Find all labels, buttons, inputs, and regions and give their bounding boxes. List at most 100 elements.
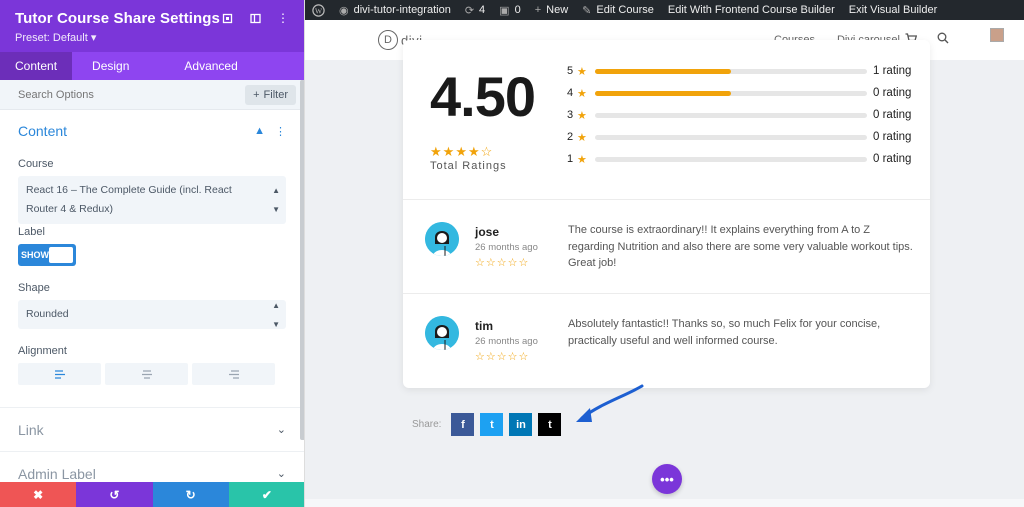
preset-dropdown[interactable]: Preset: Default ▾ (15, 31, 289, 44)
tab-design[interactable]: Design (72, 52, 144, 80)
review-date: 26 months ago (475, 336, 538, 347)
comments-link[interactable]: ▣ 0 (492, 0, 528, 20)
star-icon: ★ (455, 144, 468, 159)
content-section: Content ▲ ⋮ Course React 16 – The Comple… (0, 110, 304, 385)
dashboard-icon: ◉ (339, 4, 349, 17)
course-select-value: React 16 – The Complete Guide (incl. Rea… (26, 184, 232, 215)
course-ratings-card: 4.50 ★★★★☆ Total Ratings 5 ★ 1 rating 4 ★ 0 r… (403, 40, 930, 388)
reviewer-name: jose (475, 225, 500, 239)
content-section-header[interactable]: Content ▲ ⋮ (18, 110, 286, 152)
new-label: New (546, 4, 569, 16)
review-date: 26 months ago (475, 242, 538, 253)
frontend-builder-link[interactable]: Edit With Frontend Course Builder (661, 0, 842, 20)
tab-advanced[interactable]: Advanced (144, 52, 252, 80)
rating-bar-row: 5 ★ 1 rating (567, 60, 917, 82)
star-icon: ★ (467, 144, 481, 159)
wordpress-icon: W (312, 3, 325, 17)
tab-content[interactable]: Content (0, 52, 73, 80)
section-more-icon[interactable]: ⋮ (275, 125, 286, 138)
review-stars: ☆☆☆☆☆ (475, 257, 530, 269)
user-avatar[interactable] (990, 28, 1004, 42)
align-center-button[interactable] (105, 363, 188, 385)
rating-bar-track (595, 156, 867, 162)
panel-tabs: Content Design Advanced (0, 52, 304, 80)
more-options-icon[interactable]: ⋮ (276, 11, 290, 25)
rating-bar-row: 4 ★ 0 rating (567, 82, 917, 104)
chevron-down-icon: ⌄ (276, 468, 286, 480)
search-icon[interactable] (937, 31, 949, 49)
share-label: Share: (412, 419, 442, 430)
course-select[interactable]: React 16 – The Complete Guide (incl. Rea… (18, 176, 286, 224)
align-right-button[interactable] (192, 363, 275, 385)
review-text: The course is extraordinary!! It explain… (568, 224, 913, 269)
sidebar-toggle-icon[interactable] (248, 11, 262, 25)
comment-icon: ▣ (499, 4, 510, 17)
content-section-title: Content (18, 123, 68, 139)
rating-count-label: 0 rating (873, 87, 912, 99)
site-name-link[interactable]: ◉ divi-tutor-integration (332, 0, 458, 20)
link-section-header[interactable]: Link ⌄ (0, 408, 304, 452)
star-icon: ★ (442, 144, 456, 159)
wordpress-logo-button[interactable]: W (305, 0, 332, 20)
rating-bar-fill (595, 68, 731, 74)
star-icon: ★ (577, 65, 587, 78)
builder-menu-button[interactable]: ••• (652, 464, 682, 494)
discard-button[interactable]: ✖ (0, 482, 77, 507)
label-toggle[interactable]: SHOW (18, 244, 76, 266)
rating-count-label: 0 rating (873, 153, 912, 165)
exit-visual-builder-link[interactable]: Exit Visual Builder (842, 0, 944, 20)
search-options-input[interactable] (18, 88, 246, 101)
page-bottom-strip (305, 499, 1024, 507)
redo-icon: ↻ (185, 487, 196, 502)
updates-count: 4 (479, 4, 486, 16)
alignment-buttons (18, 363, 286, 385)
undo-icon: ↺ (109, 487, 120, 502)
reviewer-avatar (425, 222, 459, 256)
course-label: Course (18, 158, 54, 170)
rating-bar-track (595, 68, 867, 74)
chevron-down-icon: ⌄ (276, 424, 286, 436)
align-center-icon (141, 369, 152, 379)
new-content-link[interactable]: + New (528, 0, 575, 20)
panel-header: Tutor Course Share Settings Preset: Defa… (0, 0, 304, 52)
rating-bar-row: 1 ★ 0 rating (567, 148, 917, 170)
alignment-label: Alignment (18, 345, 67, 357)
star-level: 3 (567, 109, 574, 121)
rating-bar-row: 3 ★ 0 rating (567, 104, 917, 126)
share-twitter-button[interactable]: t (480, 413, 504, 436)
star-icon: ★ (577, 109, 587, 122)
toggle-text: SHOW (21, 250, 49, 260)
expand-icon[interactable] (220, 11, 234, 25)
rating-summary: 4.50 ★★★★☆ Total Ratings 5 ★ 1 rating 4 ★ 0 r… (403, 40, 930, 200)
save-button[interactable]: ✔ (228, 482, 304, 507)
chevron-up-icon[interactable]: ▲ (254, 125, 265, 138)
share-linkedin-button[interactable]: in (509, 413, 533, 436)
share-bar: Share: f t in t (412, 413, 562, 436)
pointer-arrow-icon (576, 384, 644, 422)
select-arrows-icon: ▲ ▼ (272, 186, 280, 214)
align-right-icon (228, 369, 239, 379)
edit-course-label: Edit Course (596, 4, 654, 16)
label-label: Label (18, 226, 45, 238)
star-icon: ★ (577, 153, 587, 166)
share-tumblr-button[interactable]: t (538, 413, 562, 436)
checkmark-icon: ✔ (261, 487, 272, 502)
linkedin-icon: in (516, 418, 526, 431)
redo-button[interactable]: ↻ (152, 482, 229, 507)
refresh-icon: ⟳ (464, 4, 475, 17)
star-level: 1 (567, 153, 574, 165)
rating-count-label: 0 rating (873, 109, 912, 121)
shape-select[interactable]: Rounded ▲ ▼ (18, 300, 286, 329)
star-level: 2 (567, 131, 574, 143)
edit-course-link[interactable]: ✎ Edit Course (575, 0, 661, 20)
reviews-list: jose 26 months ago ☆☆☆☆☆ The course is extr… (403, 200, 930, 388)
facebook-icon: f (461, 418, 465, 431)
share-facebook-button[interactable]: f (451, 413, 475, 436)
site-logo-mark[interactable]: D (378, 30, 398, 50)
align-left-button[interactable] (18, 363, 101, 385)
frontend-builder-label: Edit With Frontend Course Builder (667, 4, 835, 16)
updates-link[interactable]: ⟳ 4 (458, 0, 492, 20)
filter-button[interactable]: + Filter (245, 84, 296, 105)
undo-button[interactable]: ↺ (76, 482, 153, 507)
more-dots-icon: ••• (660, 471, 674, 487)
